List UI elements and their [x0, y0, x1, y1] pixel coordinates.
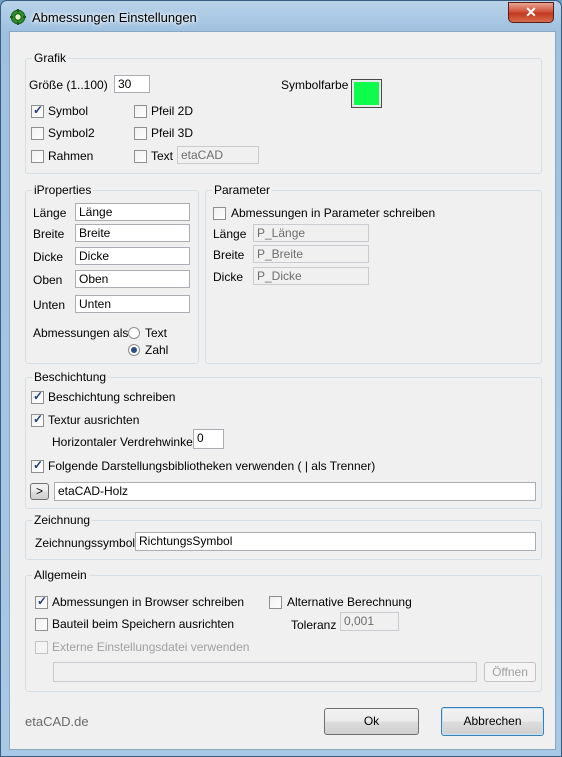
bibliotheken-label: Folgende Darstellungsbibliotheken verwen… [48, 459, 376, 473]
zeichnungssymbol-input[interactable]: RichtungsSymbol [135, 532, 536, 551]
pfeil3d-label: Pfeil 3D [151, 126, 194, 140]
rahmen-label: Rahmen [48, 149, 94, 163]
speichern-ausrichten-checkbox[interactable] [35, 618, 48, 631]
gear-icon [10, 9, 26, 25]
toleranz-label: Toleranz [291, 618, 337, 632]
bibliotheken-input[interactable]: etaCAD-Holz [54, 482, 536, 501]
ip-dicke-input[interactable]: Dicke [75, 247, 190, 265]
ip-breite-input[interactable]: Breite [75, 224, 190, 242]
alternative-berechnung-checkbox[interactable] [269, 596, 282, 609]
oeffnen-button[interactable]: Öffnen [484, 662, 536, 682]
group-grafik: Grafik [25, 51, 542, 174]
browser-schreiben-checkbox[interactable]: ✓ [35, 594, 48, 609]
ip-laenge-input[interactable]: Länge [75, 203, 190, 221]
browser-schreiben-label: Abmessungen in Browser schreiben [52, 595, 245, 609]
textur-ausrichten-label: Textur ausrichten [48, 413, 140, 427]
symbol-checkbox[interactable]: ✓ [31, 103, 44, 118]
text-label: Text [151, 149, 174, 163]
param-breite-label: Breite [213, 248, 245, 262]
verdrehwinkel-input[interactable]: 0 [193, 429, 224, 449]
rahmen-checkbox[interactable] [31, 150, 44, 163]
group-allgemein-title: Allgemein [32, 568, 89, 582]
dialog-window: Abmessungen Einstellungen ✕ Grafik Größe… [0, 0, 562, 757]
symbol2-label: Symbol2 [48, 126, 95, 140]
close-button[interactable]: ✕ [508, 2, 554, 23]
group-grafik-title: Grafik [32, 51, 69, 65]
extern-datei-checkbox[interactable] [35, 641, 48, 654]
speichern-ausrichten-label: Bauteil beim Speichern ausrichten [52, 617, 235, 631]
param-dicke-input[interactable]: P_Dicke [253, 267, 369, 285]
param-laenge-label: Länge [213, 227, 247, 241]
zeichnungssymbol-label: Zeichnungssymbol [35, 536, 136, 550]
ip-unten-label: Unten [33, 298, 66, 312]
text-checkbox[interactable] [134, 150, 147, 163]
beschichtung-schreiben-checkbox[interactable]: ✓ [31, 389, 44, 404]
textur-ausrichten-checkbox[interactable]: ✓ [31, 412, 44, 427]
param-laenge-input[interactable]: P_Länge [253, 224, 369, 242]
check-icon: ✓ [33, 412, 44, 426]
check-icon: ✓ [33, 103, 44, 117]
radio-zahl[interactable] [128, 344, 140, 356]
group-beschichtung-title: Beschichtung [32, 370, 109, 384]
ip-laenge-label: Länge [33, 206, 67, 220]
radio-zahl-label: Zahl [145, 343, 169, 357]
brand-label: etaCAD.de [25, 714, 89, 729]
verdrehwinkel-label: Horizontaler Verdrehwinkel [52, 435, 196, 449]
radio-selected-dot [131, 347, 137, 353]
group-zeichnung-title: Zeichnung [32, 513, 93, 527]
group-parameter-title: Parameter [212, 183, 273, 197]
param-dicke-label: Dicke [213, 270, 244, 284]
ip-oben-input[interactable]: Oben [75, 270, 190, 288]
bibliotheken-checkbox[interactable]: ✓ [31, 458, 44, 473]
bibliotheken-expand-button[interactable]: > [30, 483, 49, 500]
size-label: Größe (1..100) [29, 78, 108, 92]
pfeil3d-checkbox[interactable] [134, 127, 147, 140]
text-input[interactable]: etaCAD [177, 146, 259, 164]
check-icon: ✓ [33, 458, 44, 472]
window-title: Abmessungen Einstellungen [32, 10, 197, 25]
ip-unten-input[interactable]: Unten [75, 295, 190, 313]
check-icon: ✓ [33, 389, 44, 403]
ip-oben-label: Oben [33, 273, 63, 287]
parameter-write-label: Abmessungen in Parameter schreiben [231, 206, 436, 220]
parameter-write-checkbox[interactable] [213, 207, 226, 220]
dialog-client-area: Grafik Größe (1..100) 30 Symbolfarbe ✓ S… [9, 31, 556, 750]
param-breite-input[interactable]: P_Breite [253, 245, 369, 263]
abmessungen-als-label: Abmessungen als: [33, 326, 132, 340]
extern-datei-path-input[interactable] [53, 662, 477, 682]
beschichtung-schreiben-label: Beschichtung schreiben [48, 390, 176, 404]
symbolfarbe-swatch[interactable] [351, 79, 382, 108]
title-bar[interactable]: Abmessungen Einstellungen ✕ [1, 1, 561, 31]
pfeil2d-label: Pfeil 2D [151, 104, 194, 118]
toleranz-input[interactable]: 0,001 [340, 612, 399, 631]
symbol-label: Symbol [48, 104, 89, 118]
ip-breite-label: Breite [33, 227, 65, 241]
extern-datei-label: Externe Einstellungsdatei verwenden [52, 640, 250, 654]
group-iproperties-title: iProperties [32, 183, 94, 197]
symbol2-checkbox[interactable] [31, 127, 44, 140]
pfeil2d-checkbox[interactable] [134, 105, 147, 118]
check-icon: ✓ [37, 594, 48, 608]
size-input[interactable]: 30 [114, 75, 150, 93]
radio-text-label: Text [145, 326, 168, 340]
symbolfarbe-label: Symbolfarbe [281, 78, 349, 92]
alternative-berechnung-label: Alternative Berechnung [287, 595, 412, 609]
ok-button[interactable]: Ok [324, 708, 419, 735]
ip-dicke-label: Dicke [33, 250, 64, 264]
abbrechen-button[interactable]: Abbrechen [441, 707, 544, 736]
radio-text[interactable] [128, 327, 140, 339]
